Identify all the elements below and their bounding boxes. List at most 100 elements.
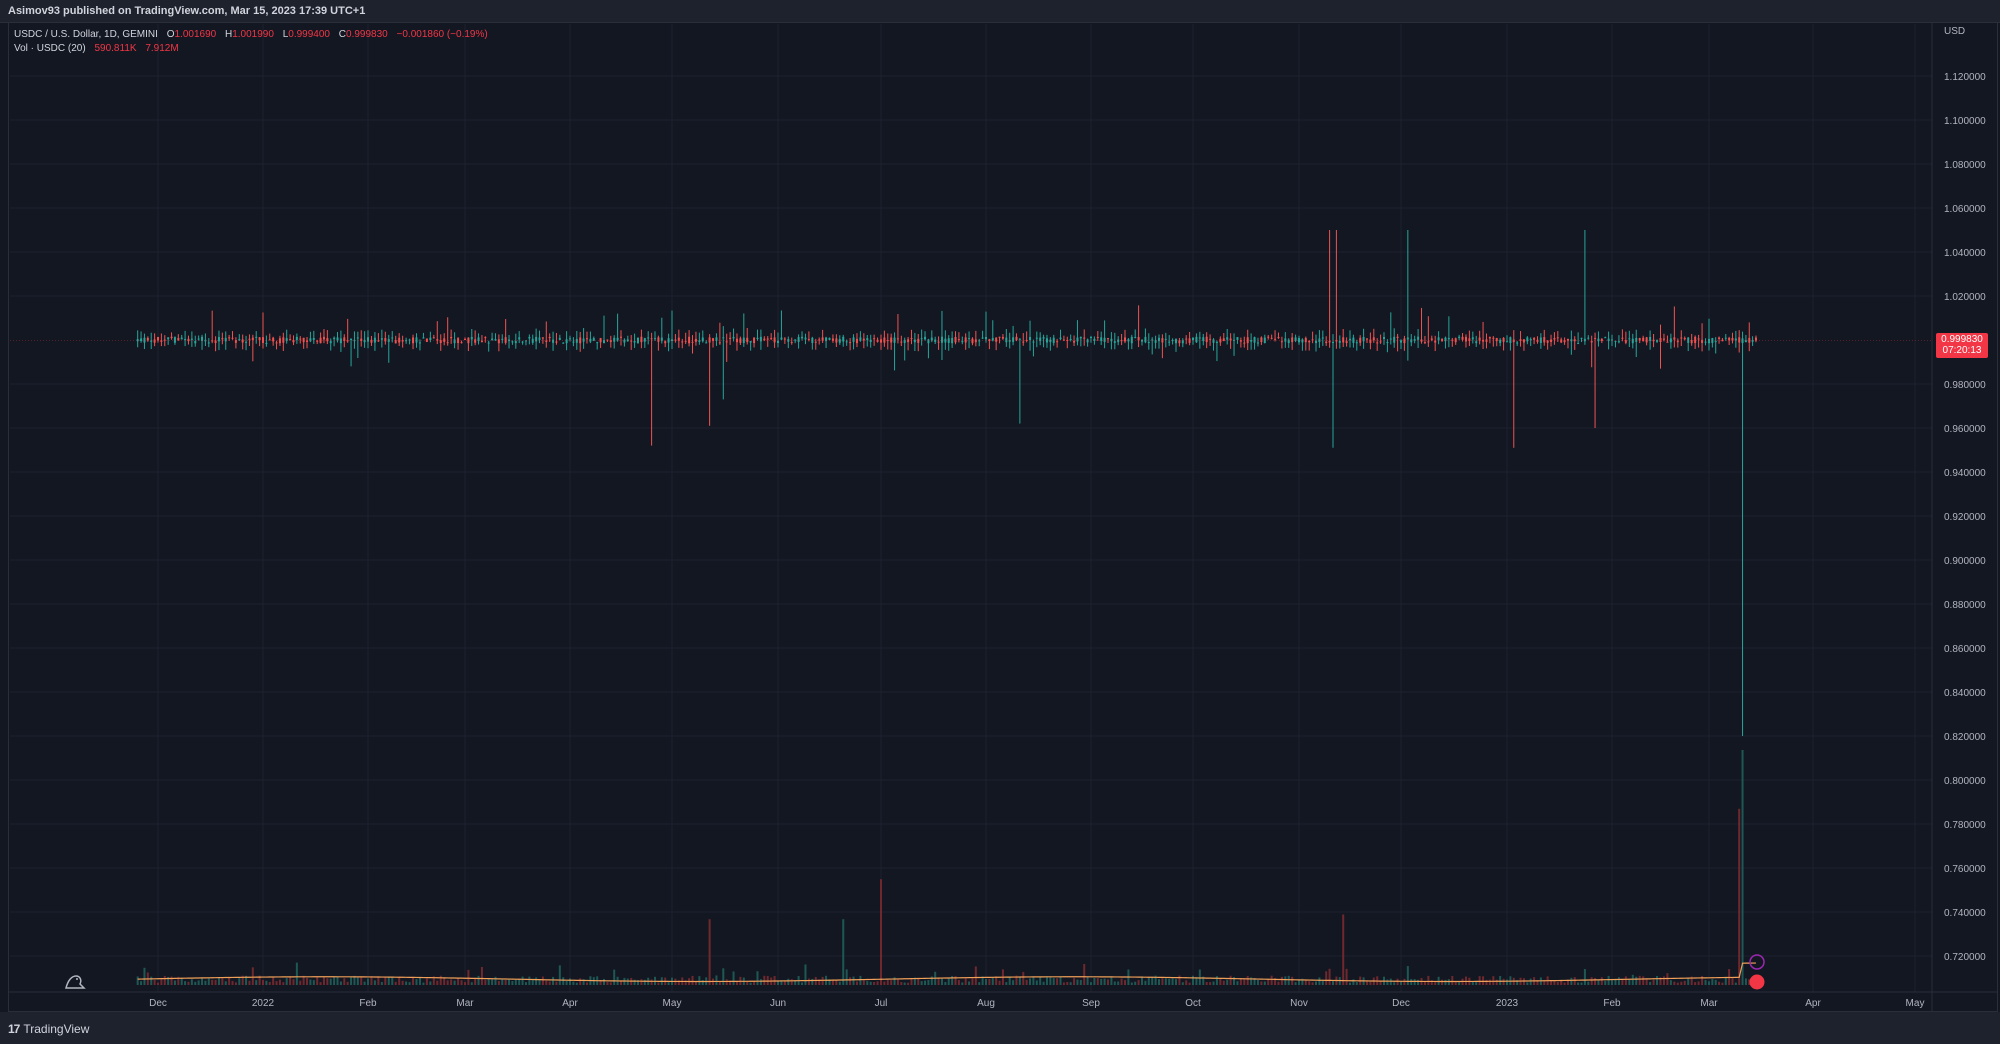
volume-bar (1464, 976, 1467, 985)
volume-bar (484, 980, 487, 985)
candle-body (1400, 340, 1402, 343)
volume-bar (470, 982, 473, 985)
time-tick-label: 2023 (1496, 998, 1519, 1009)
candle-body (1035, 337, 1038, 339)
volume-bar (460, 980, 463, 985)
candle-body (272, 337, 275, 342)
candle-body (1393, 336, 1396, 343)
volume-bar (1570, 977, 1573, 985)
candle-body (732, 336, 735, 339)
volume-bar (790, 979, 793, 985)
candle-body (940, 336, 943, 343)
volume-bar (783, 981, 786, 985)
volume-bar (1741, 750, 1744, 985)
candle-body (1154, 340, 1157, 343)
volume-bar (275, 981, 278, 985)
volume-bar (224, 981, 227, 985)
volume-bar (204, 980, 207, 985)
volume-bar (1096, 978, 1099, 985)
candle-body (920, 338, 923, 340)
volume-bar (1669, 980, 1672, 985)
candle-body (797, 337, 800, 343)
volume-bar (732, 971, 735, 985)
candle-body (1195, 336, 1198, 343)
candle-body (1222, 338, 1225, 342)
candle-body (1366, 338, 1368, 340)
candle-body (197, 338, 200, 340)
candle-body (1744, 340, 1747, 343)
volume-bar (552, 976, 555, 985)
candle-body (749, 341, 752, 343)
volume-bar (845, 969, 848, 985)
volume-bar (401, 980, 404, 985)
volume-bar (184, 981, 187, 985)
candle-body (1012, 337, 1015, 342)
volume-bar (343, 978, 346, 985)
candle-body (282, 337, 285, 343)
volume-bar (1277, 981, 1280, 985)
volume-bar (194, 981, 197, 985)
volume-bar (964, 977, 967, 985)
candle-body (157, 337, 159, 341)
volume-bar (1482, 976, 1485, 985)
volume-bar (1573, 977, 1576, 985)
volume-bar (927, 980, 930, 985)
volume-bar (1052, 978, 1055, 985)
volume-bar (900, 982, 903, 985)
volume-bar (849, 977, 852, 985)
high-value: 1.001990 (232, 29, 274, 40)
volume-bar (363, 981, 366, 985)
candle-body (1533, 337, 1536, 340)
candle-body (531, 338, 534, 343)
volume-bar (974, 966, 977, 985)
price-tick-label: 0.780000 (1944, 820, 1986, 831)
candle-body (1175, 339, 1177, 344)
volume-bar (613, 969, 616, 985)
volume-bar (1120, 978, 1123, 985)
candle-body (1198, 337, 1201, 339)
candle-body (1624, 340, 1627, 343)
volume-bar (876, 981, 879, 985)
candle-body (217, 337, 220, 342)
time-tick-label: Dec (149, 998, 167, 1009)
time-tick-label: Jul (875, 998, 888, 1009)
candle-body (1437, 337, 1440, 341)
volume-bar (1386, 979, 1389, 985)
candle-body (1209, 338, 1212, 340)
candle-body (1458, 336, 1461, 338)
candle-body (1475, 341, 1478, 344)
ohlc-row: USDC / U.S. Dollar, 1D, GEMINI O1.001690… (14, 28, 488, 42)
volume-bar (494, 976, 497, 985)
volume-bar (698, 976, 701, 985)
candle-body (491, 338, 494, 341)
candle-body (1001, 336, 1004, 339)
chart-canvas[interactable]: 1.120000 1.100000 1.080000 1.060000 1.040000… (0, 0, 2000, 1012)
volume-bar (1008, 977, 1011, 985)
candle-body (514, 341, 517, 344)
volume-bar (339, 981, 342, 985)
volume-bar (1192, 975, 1194, 985)
volume-bar (1676, 982, 1679, 985)
volume-bar (187, 981, 190, 985)
candle-body (1342, 337, 1345, 343)
candle-body (555, 341, 558, 343)
volume-bar (787, 978, 790, 985)
tradingview-logo-icon: 17 (8, 1022, 20, 1036)
candle-body (245, 341, 248, 343)
symbol-label: USDC / U.S. Dollar, 1D, GEMINI (14, 29, 158, 40)
price-tick-label: 0.860000 (1944, 644, 1986, 655)
candle-body (801, 336, 804, 339)
footer-logo[interactable]: 17 TradingView (8, 1022, 89, 1036)
volume-bar (1662, 976, 1665, 985)
candle-body (742, 337, 745, 344)
volume-bar (408, 982, 411, 985)
candle-body (866, 338, 869, 341)
candle-body (316, 340, 319, 342)
candle-body (1270, 337, 1273, 339)
volume-bar (153, 979, 156, 985)
volume-bar (862, 979, 865, 985)
volume-bar (886, 980, 889, 985)
candle-body (1738, 337, 1741, 343)
candle-body (1076, 337, 1079, 342)
volume-bar (1236, 981, 1239, 985)
